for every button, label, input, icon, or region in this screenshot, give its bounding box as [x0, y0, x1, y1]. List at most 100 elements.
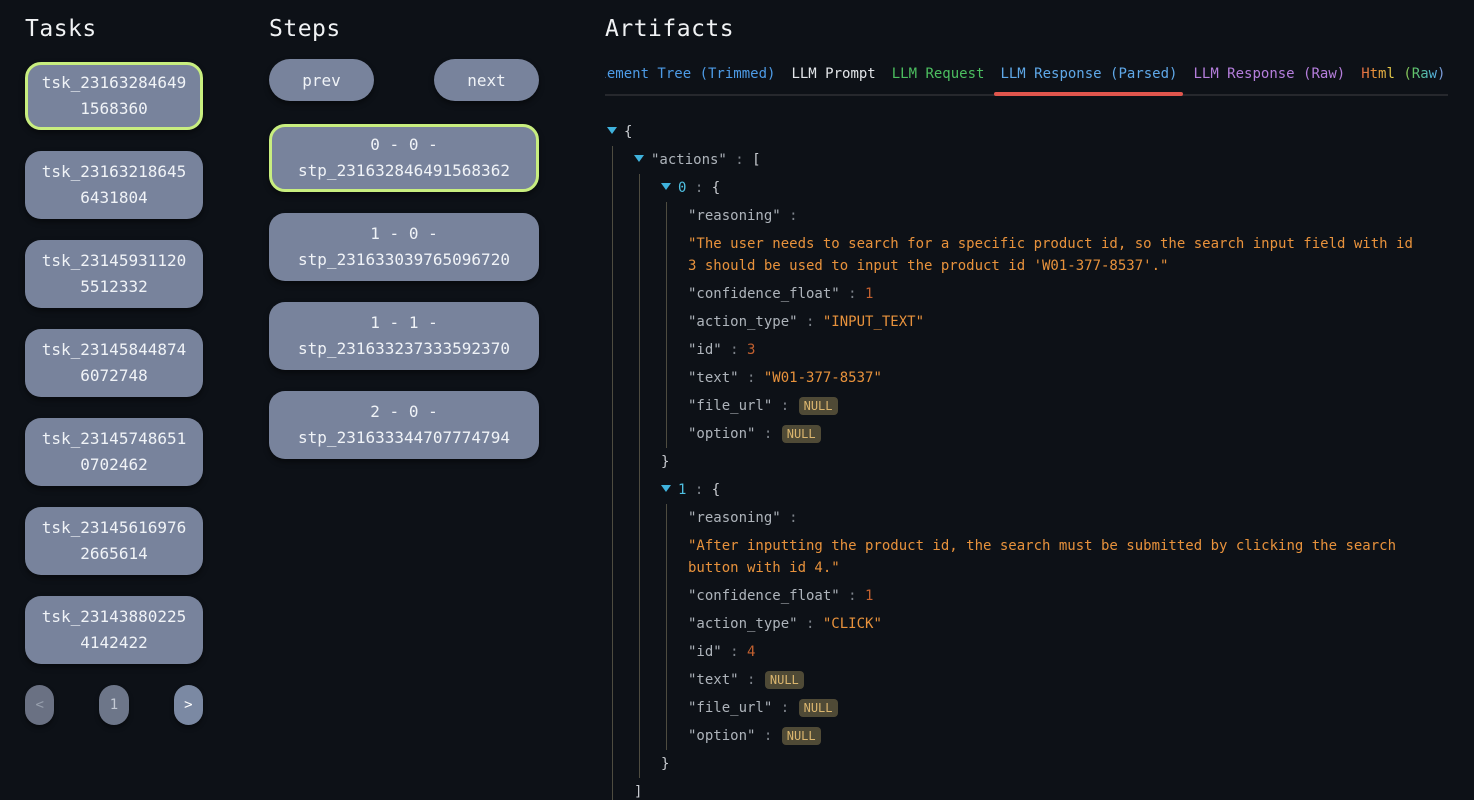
json-node-line: { — [607, 118, 1448, 146]
json-token-str: "INPUT_TEXT" — [823, 314, 924, 330]
tab-element-tree-trimmed[interactable]: Element Tree (Trimmed) — [605, 60, 783, 94]
collapse-arrow-icon[interactable] — [661, 183, 671, 190]
null-badge: NULL — [799, 397, 838, 415]
json-token-key: "reasoning" — [688, 208, 781, 224]
json-token-brace: [ — [752, 152, 760, 168]
tasks-panel: Tasks tsk_231632846491568360 tsk_23163218… — [25, 14, 203, 800]
json-line: "confidence_float" : 1 — [688, 280, 1448, 308]
json-children-group: "reasoning" : "The user needs to search … — [666, 202, 1448, 448]
pagination-next-button[interactable]: > — [174, 685, 203, 725]
json-token-key: "option" — [688, 426, 755, 442]
artifacts-title: Artifacts — [605, 14, 1448, 44]
json-line: "text" : "W01-377-8537" — [688, 364, 1448, 392]
task-button-tsk-231438802254142422[interactable]: tsk_231438802254142422 — [25, 596, 203, 664]
json-line: "option" : NULL — [688, 420, 1448, 448]
pagination-page-button[interactable]: 1 — [99, 685, 128, 725]
step-button-stp-231633344707774794[interactable]: 2 - 0 - stp_231633344707774794 — [269, 391, 539, 459]
json-token-brace: { — [712, 482, 720, 498]
step-list: 0 - 0 - stp_231632846491568362 1 - 0 - st… — [269, 124, 539, 459]
json-token-key: "file_url" — [688, 398, 772, 414]
json-token-key: "reasoning" — [688, 510, 781, 526]
tab-html-raw[interactable]: Html (Raw) — [1353, 60, 1448, 94]
steps-title: Steps — [269, 14, 539, 44]
json-line: "The user needs to search for a specific… — [688, 233, 1425, 277]
task-button-tsk-231632846491568360[interactable]: tsk_231632846491568360 — [25, 62, 203, 130]
json-token-colon: : — [739, 672, 764, 688]
step-nav: prev next — [269, 59, 539, 101]
tasks-title: Tasks — [25, 14, 203, 44]
json-token-colon: : — [727, 152, 752, 168]
json-token-brace: { — [624, 124, 632, 140]
artifacts-panel: Artifacts Element Tree (Trimmed)LLM Prom… — [605, 14, 1448, 800]
json-token-num: 1 — [865, 286, 873, 302]
json-token-key: "action_type" — [688, 616, 798, 632]
json-line: "text" : NULL — [688, 666, 1448, 694]
json-token-key: "actions" — [651, 152, 727, 168]
json-token-key: "text" — [688, 672, 739, 688]
task-button-tsk-231459311205512332[interactable]: tsk_231459311205512332 — [25, 240, 203, 308]
json-token-num: 3 — [747, 342, 755, 358]
json-token-colon: : — [686, 482, 711, 498]
json-token-brace: ] — [634, 784, 642, 800]
json-token-key: "confidence_float" — [688, 588, 840, 604]
json-line: "option" : NULL — [688, 722, 1448, 750]
json-token-colon: : — [739, 370, 764, 386]
json-token-brace: } — [661, 454, 669, 470]
json-close-line: ] — [634, 778, 1448, 800]
app-root: Tasks tsk_231632846491568360 tsk_23163218… — [0, 0, 1474, 800]
json-token-key: "confidence_float" — [688, 286, 840, 302]
collapse-arrow-icon[interactable] — [634, 155, 644, 162]
json-token-colon: : — [722, 342, 747, 358]
prev-step-button[interactable]: prev — [269, 59, 374, 101]
json-token-key: "id" — [688, 342, 722, 358]
steps-panel: Steps prev next 0 - 0 - stp_231632846491… — [269, 14, 539, 800]
step-button-stp-231633237333592370[interactable]: 1 - 1 - stp_231633237333592370 — [269, 302, 539, 370]
task-button-tsk-231632186456431804[interactable]: tsk_231632186456431804 — [25, 151, 203, 219]
task-button-tsk-231456169762665614[interactable]: tsk_231456169762665614 — [25, 507, 203, 575]
json-line: "action_type" : "CLICK" — [688, 610, 1448, 638]
tab-llm-response-raw[interactable]: LLM Response (Raw) — [1185, 60, 1353, 94]
next-step-button[interactable]: next — [434, 59, 539, 101]
json-token-key: "action_type" — [688, 314, 798, 330]
pagination-prev-button[interactable]: < — [25, 685, 54, 725]
task-button-tsk-231457486510702462[interactable]: tsk_231457486510702462 — [25, 418, 203, 486]
json-viewer: {"actions" : [0 : {"reasoning" : "The us… — [607, 118, 1448, 800]
json-token-colon: : — [781, 510, 806, 526]
tasks-pagination: < 1 > — [25, 685, 203, 725]
tab-llm-prompt[interactable]: LLM Prompt — [783, 60, 883, 94]
json-line: "confidence_float" : 1 — [688, 582, 1448, 610]
json-token-colon: : — [840, 286, 865, 302]
tab-llm-request[interactable]: LLM Request — [884, 60, 993, 94]
null-badge: NULL — [782, 425, 821, 443]
json-line: "file_url" : NULL — [688, 694, 1448, 722]
json-token-brace: { — [712, 180, 720, 196]
json-token-key: "id" — [688, 644, 722, 660]
json-token-str: "The user needs to search for a specific… — [688, 236, 1413, 274]
json-token-colon: : — [840, 588, 865, 604]
json-token-num: 1 — [865, 588, 873, 604]
null-badge: NULL — [782, 727, 821, 745]
collapse-arrow-icon[interactable] — [661, 485, 671, 492]
json-line: "action_type" : "INPUT_TEXT" — [688, 308, 1448, 336]
json-token-str: "CLICK" — [823, 616, 882, 632]
json-token-colon: : — [772, 700, 797, 716]
json-node-line: 0 : { — [661, 174, 1448, 202]
task-button-tsk-231458448746072748[interactable]: tsk_231458448746072748 — [25, 329, 203, 397]
json-token-key: "option" — [688, 728, 755, 744]
tab-bar: Element Tree (Trimmed)LLM PromptLLM Requ… — [605, 60, 1448, 96]
json-token-colon: : — [755, 728, 780, 744]
json-close-line: } — [661, 448, 1448, 476]
tab-llm-response-parsed[interactable]: LLM Response (Parsed) — [992, 60, 1185, 94]
step-button-stp-231633039765096720[interactable]: 1 - 0 - stp_231633039765096720 — [269, 213, 539, 281]
collapse-arrow-icon[interactable] — [607, 127, 617, 134]
json-token-num: 4 — [747, 644, 755, 660]
json-token-str: "After inputting the product id, the sea… — [688, 538, 1396, 576]
json-token-colon: : — [798, 314, 823, 330]
json-token-colon: : — [686, 180, 711, 196]
json-token-colon: : — [722, 644, 747, 660]
task-list: tsk_231632846491568360 tsk_23163218645643… — [25, 62, 203, 664]
json-node-line: 1 : { — [661, 476, 1448, 504]
json-line: "After inputting the product id, the sea… — [688, 535, 1425, 579]
json-line: "reasoning" : — [688, 504, 1448, 532]
step-button-stp-231632846491568362[interactable]: 0 - 0 - stp_231632846491568362 — [269, 124, 539, 192]
